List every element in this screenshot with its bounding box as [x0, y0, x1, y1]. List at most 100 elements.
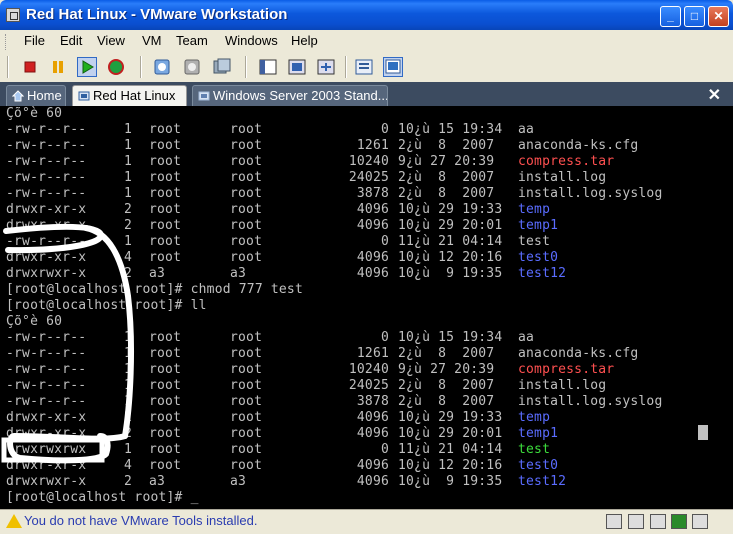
console-owner: root: [149, 394, 182, 409]
console-size: 4096: [356, 218, 389, 233]
console-date: 2¿ù 8 2007: [398, 378, 495, 393]
console-perm: drwxr-xr-x: [6, 458, 87, 473]
menu-team[interactable]: Team: [176, 33, 208, 48]
vm-console[interactable]: Çõ°è 60 -rw-r--r-- 1 root root 0 10¿ù 15 19:34…: [0, 106, 733, 509]
close-button[interactable]: ✕: [708, 6, 729, 27]
reset-icon[interactable]: [106, 57, 126, 77]
menu-file[interactable]: File: [24, 33, 45, 48]
toolbar-separator: [245, 56, 247, 78]
console-group: root: [230, 218, 263, 233]
snapshot-manager-icon[interactable]: [212, 57, 232, 77]
console-group: root: [230, 346, 263, 361]
console-name: temp: [518, 202, 551, 217]
console-owner: a3: [149, 474, 166, 489]
toolbar: [0, 52, 733, 82]
snapshot-icon[interactable]: [152, 57, 172, 77]
tab-home[interactable]: Home: [6, 85, 66, 106]
vmware-app-icon[interactable]: [6, 8, 20, 22]
console-date: 10¿ù 29 19:33: [398, 202, 503, 217]
vmware-tools-warning[interactable]: You do not have VMware Tools installed.: [24, 513, 257, 528]
menu-help[interactable]: Help: [291, 33, 318, 48]
console-line: Çõ°è 60: [6, 106, 726, 122]
title-bar[interactable]: Red Hat Linux - VMware Workstation _ □ ✕: [0, 0, 733, 30]
toolbar-separator: [345, 56, 347, 78]
summary-view-icon[interactable]: [354, 57, 374, 77]
minimize-button[interactable]: _: [660, 6, 681, 27]
console-name: test12: [518, 266, 567, 281]
console-links: 1: [123, 330, 132, 345]
console-perm: [root@localhost root]# chmod 777 test: [6, 282, 303, 297]
console-name: install.log.syslog: [518, 186, 663, 201]
console-perm: drwxr-xr-x: [6, 202, 87, 217]
pause-icon[interactable]: [48, 57, 68, 77]
toolbar-separator: [140, 56, 142, 78]
toolbar-separator: [7, 56, 9, 78]
console-date: 2¿ù 8 2007: [398, 138, 495, 153]
console-line: -rw-r--r-- 1 root root 10240 9¿ù 27 20:39 comp…: [6, 154, 726, 170]
console-group: root: [230, 250, 263, 265]
console-name: install.log: [518, 170, 607, 185]
menu-bar: File Edit View VM Team Windows Help: [0, 30, 733, 52]
console-date: 10¿ù 9 19:35: [398, 266, 503, 281]
console-name: temp1: [518, 426, 559, 441]
console-group: root: [230, 458, 263, 473]
console-size: 4096: [356, 474, 389, 489]
console-size: 10240: [348, 362, 389, 377]
console-links: 1: [123, 122, 132, 137]
console-size: 0: [380, 234, 389, 249]
console-owner: root: [149, 250, 182, 265]
network-device-icon[interactable]: [671, 514, 687, 529]
console-perm: [root@localhost root]# ll: [6, 298, 207, 313]
cdrom-device-icon[interactable]: [628, 514, 644, 529]
console-name: temp1: [518, 218, 559, 233]
full-screen-icon[interactable]: [287, 57, 307, 77]
maximize-button[interactable]: □: [684, 6, 705, 27]
resize-grip-icon[interactable]: [712, 514, 728, 529]
console-date: 10¿ù 29 19:33: [398, 410, 503, 425]
play-icon[interactable]: [77, 57, 97, 77]
console-name: aa: [518, 122, 535, 137]
console-links: 1: [123, 170, 132, 185]
fit-window-icon[interactable]: [316, 57, 336, 77]
console-line: drwxr-xr-x 2 root root 4096 10¿ù 29 20:01 temp…: [6, 218, 726, 234]
console-size: 10240: [348, 154, 389, 169]
console-links: 1: [123, 346, 132, 361]
tab-red-hat-linux[interactable]: Red Hat Linux: [72, 85, 187, 106]
menu-vm[interactable]: VM: [142, 33, 162, 48]
tab-windows-server-2003[interactable]: Windows Server 2003 Stand...: [192, 85, 388, 106]
floppy-device-icon[interactable]: [650, 514, 666, 529]
console-name: compress.tar: [518, 154, 615, 169]
console-links: 2: [123, 410, 132, 425]
console-name: install.log: [518, 378, 607, 393]
console-perm: -rw-r--r--: [6, 362, 87, 377]
console-links: 4: [123, 458, 132, 473]
quick-switch-icon[interactable]: [258, 57, 278, 77]
close-tab-icon[interactable]: ✕: [708, 85, 721, 105]
console-group: root: [230, 442, 263, 457]
usb-device-icon[interactable]: [606, 514, 622, 529]
vm-icon: [198, 91, 210, 101]
menu-edit[interactable]: Edit: [60, 33, 82, 48]
console-line: drwxr-xr-x 4 root root 4096 10¿ù 12 20:16 test…: [6, 458, 726, 474]
console-owner: root: [149, 378, 182, 393]
console-size: 3878: [356, 394, 389, 409]
console-group: root: [230, 426, 263, 441]
console-size: 3878: [356, 186, 389, 201]
console-size: 0: [380, 122, 389, 137]
sound-device-icon[interactable]: [692, 514, 708, 529]
console-group: root: [230, 378, 263, 393]
console-size: 4096: [356, 250, 389, 265]
console-group: root: [230, 170, 263, 185]
console-size: 4096: [356, 266, 389, 281]
revert-snapshot-icon[interactable]: [182, 57, 202, 77]
console-line: drwxr-xr-x 2 root root 4096 10¿ù 29 19:33 temp: [6, 202, 726, 218]
console-perm: -rw-r--r--: [6, 186, 87, 201]
console-perm: -rw-r--r--: [6, 122, 87, 137]
stop-icon[interactable]: [20, 57, 40, 77]
menu-view[interactable]: View: [97, 33, 125, 48]
menu-windows[interactable]: Windows: [225, 33, 278, 48]
console-date: 2¿ù 8 2007: [398, 394, 495, 409]
console-view-icon[interactable]: [383, 57, 403, 77]
console-group: root: [230, 138, 263, 153]
console-perm: drwxrwxr-x: [6, 474, 87, 489]
